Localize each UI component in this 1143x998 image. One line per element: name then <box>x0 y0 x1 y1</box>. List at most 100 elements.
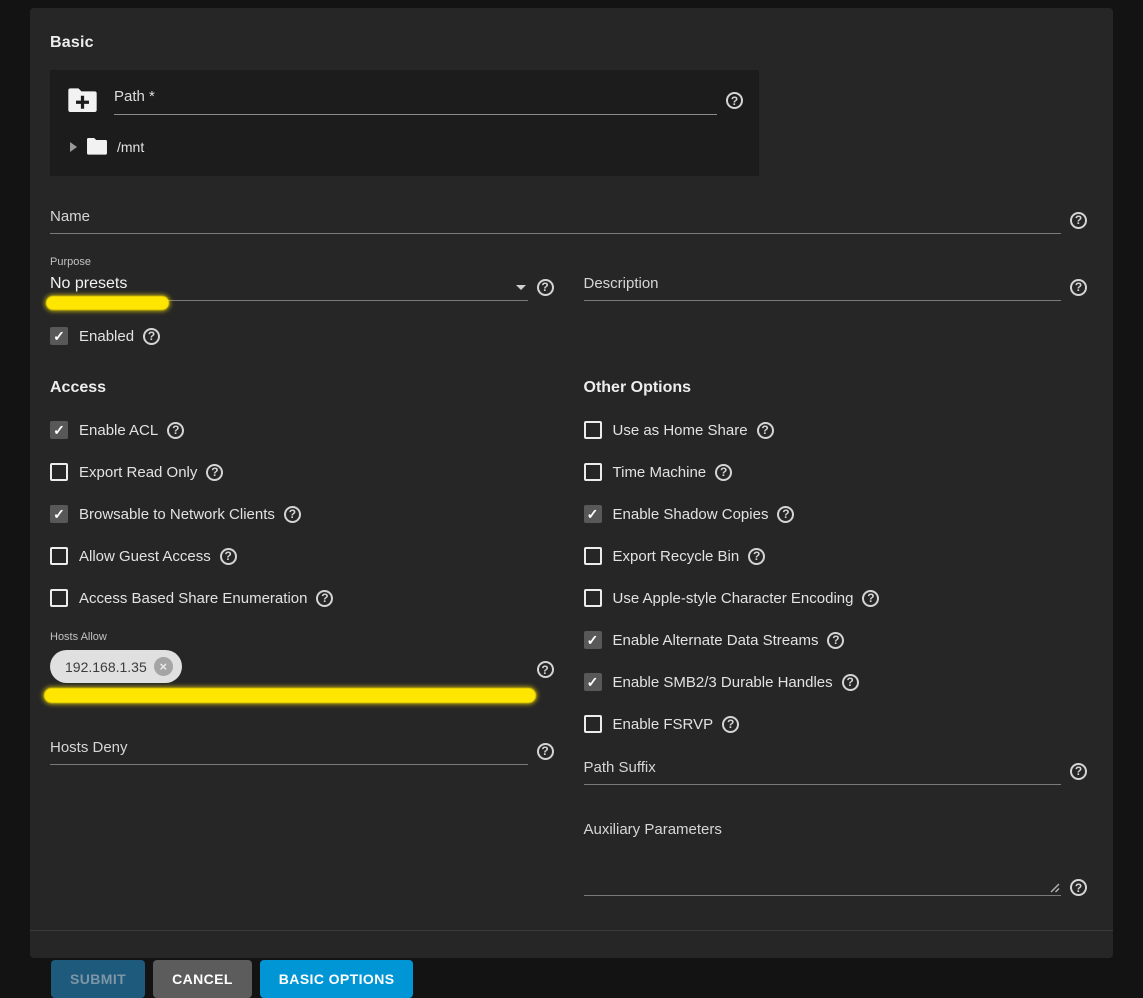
options-columns: Access Enable ACL ? Export Read Only ? B… <box>50 375 1087 896</box>
home-share-help-icon[interactable]: ? <box>757 422 774 439</box>
hosts-allow-chip: 192.168.1.35 × <box>50 650 182 683</box>
purpose-select[interactable]: No presets <box>50 273 528 301</box>
section-heading-other-options: Other Options <box>584 379 1088 397</box>
hosts-allow-help-icon[interactable]: ? <box>537 661 554 678</box>
access-column: Access Enable ACL ? Export Read Only ? B… <box>50 375 554 896</box>
chevron-down-icon <box>516 285 526 290</box>
export-read-only-label: Export Read Only <box>79 464 197 481</box>
durable-handles-checkbox[interactable] <box>584 673 602 691</box>
purpose-field-label: Purpose <box>50 256 554 268</box>
durable-handles-help-icon[interactable]: ? <box>842 674 859 691</box>
enabled-checkbox[interactable] <box>50 327 68 345</box>
purpose-selected-value: No presets <box>50 275 127 292</box>
export-read-only-row: Export Read Only ? <box>50 463 554 481</box>
time-machine-help-icon[interactable]: ? <box>715 464 732 481</box>
browsable-checkbox[interactable] <box>50 505 68 523</box>
time-machine-checkbox[interactable] <box>584 463 602 481</box>
basic-options-button[interactable]: BASIC OPTIONS <box>260 960 414 998</box>
durable-handles-row: Enable SMB2/3 Durable Handles ? <box>584 673 1088 691</box>
tree-node-mnt[interactable]: /mnt <box>66 137 743 156</box>
shadow-copies-help-icon[interactable]: ? <box>777 506 794 523</box>
submit-button[interactable]: SUBMIT <box>51 960 145 998</box>
shadow-copies-row: Enable Shadow Copies ? <box>584 505 1088 523</box>
recycle-bin-help-icon[interactable]: ? <box>748 548 765 565</box>
name-field-row: Name ? <box>50 206 1087 234</box>
recycle-bin-label: Export Recycle Bin <box>613 548 740 565</box>
abse-checkbox[interactable] <box>50 589 68 607</box>
fsrvp-row: Enable FSRVP ? <box>584 715 1088 733</box>
fsrvp-help-icon[interactable]: ? <box>722 716 739 733</box>
enabled-label: Enabled <box>79 328 134 345</box>
resize-grip-icon[interactable] <box>1049 882 1060 893</box>
path-suffix-input[interactable]: Path Suffix <box>584 757 1062 785</box>
yellow-highlight-purpose <box>46 296 169 310</box>
apple-encoding-help-icon[interactable]: ? <box>862 590 879 607</box>
path-suffix-block: Path Suffix ? <box>584 757 1088 785</box>
hosts-deny-input[interactable]: Hosts Deny <box>50 737 528 765</box>
hosts-deny-help-icon[interactable]: ? <box>537 743 554 760</box>
description-help-icon[interactable]: ? <box>1070 279 1087 296</box>
apple-encoding-checkbox[interactable] <box>584 589 602 607</box>
path-explorer-panel: Path * ? /mnt <box>50 70 759 176</box>
guest-access-row: Allow Guest Access ? <box>50 547 554 565</box>
path-suffix-label: Path Suffix <box>584 759 656 776</box>
path-suffix-help-icon[interactable]: ? <box>1070 763 1087 780</box>
yellow-highlight-hosts-allow <box>44 688 536 703</box>
path-input-label: Path * <box>114 88 155 105</box>
cancel-button[interactable]: CANCEL <box>153 960 252 998</box>
other-options-column: Other Options Use as Home Share ? Time M… <box>584 375 1088 896</box>
time-machine-row: Time Machine ? <box>584 463 1088 481</box>
page-background: Basic Path * ? /mnt <box>0 0 1143 974</box>
recycle-bin-checkbox[interactable] <box>584 547 602 565</box>
alt-data-streams-checkbox[interactable] <box>584 631 602 649</box>
alt-data-streams-help-icon[interactable]: ? <box>827 632 844 649</box>
home-share-label: Use as Home Share <box>613 422 748 439</box>
aux-params-label: Auxiliary Parameters <box>584 821 1088 838</box>
alt-data-streams-row: Enable Alternate Data Streams ? <box>584 631 1088 649</box>
guest-access-checkbox[interactable] <box>50 547 68 565</box>
hosts-allow-label: Hosts Allow <box>50 631 554 643</box>
description-column: Description ? <box>584 273 1088 301</box>
description-input[interactable]: Description <box>584 273 1062 301</box>
aux-params-help-icon[interactable]: ? <box>1070 879 1087 896</box>
enable-acl-label: Enable ACL <box>79 422 158 439</box>
abse-help-icon[interactable]: ? <box>316 590 333 607</box>
chip-remove-icon[interactable]: × <box>154 657 173 676</box>
shadow-copies-checkbox[interactable] <box>584 505 602 523</box>
export-read-only-checkbox[interactable] <box>50 463 68 481</box>
purpose-column: Purpose No presets ? <box>50 256 554 301</box>
home-share-row: Use as Home Share ? <box>584 421 1088 439</box>
enable-acl-checkbox[interactable] <box>50 421 68 439</box>
guest-access-help-icon[interactable]: ? <box>220 548 237 565</box>
export-read-only-help-icon[interactable]: ? <box>206 464 223 481</box>
name-help-icon[interactable]: ? <box>1070 212 1087 229</box>
abse-row: Access Based Share Enumeration ? <box>50 589 554 607</box>
path-help-icon[interactable]: ? <box>726 92 743 109</box>
enabled-help-icon[interactable]: ? <box>143 328 160 345</box>
name-input[interactable]: Name <box>50 206 1061 234</box>
shadow-copies-label: Enable Shadow Copies <box>613 506 769 523</box>
abse-label: Access Based Share Enumeration <box>79 590 307 607</box>
expand-arrow-icon[interactable] <box>70 142 77 152</box>
fsrvp-label: Enable FSRVP <box>613 716 714 733</box>
home-share-checkbox[interactable] <box>584 421 602 439</box>
apple-encoding-row: Use Apple-style Character Encoding ? <box>584 589 1088 607</box>
enable-acl-help-icon[interactable]: ? <box>167 422 184 439</box>
durable-handles-label: Enable SMB2/3 Durable Handles <box>613 674 833 691</box>
aux-params-textarea[interactable] <box>584 848 1062 896</box>
hosts-allow-chip-value: 192.168.1.35 <box>65 659 147 675</box>
smb-share-form-card: Basic Path * ? /mnt <box>30 8 1113 958</box>
purpose-help-icon[interactable]: ? <box>537 279 554 296</box>
guest-access-label: Allow Guest Access <box>79 548 211 565</box>
fsrvp-checkbox[interactable] <box>584 715 602 733</box>
path-field-row: Path * ? <box>66 86 743 115</box>
alt-data-streams-label: Enable Alternate Data Streams <box>613 632 819 649</box>
browsable-label: Browsable to Network Clients <box>79 506 275 523</box>
browsable-help-icon[interactable]: ? <box>284 506 301 523</box>
folder-add-icon <box>66 87 99 114</box>
section-heading-basic: Basic <box>50 34 1087 52</box>
enabled-row: Enabled ? <box>50 327 1087 345</box>
hosts-allow-input[interactable]: 192.168.1.35 × <box>50 648 528 691</box>
aux-params-block: Auxiliary Parameters ? <box>584 821 1088 896</box>
path-input[interactable]: Path * <box>114 86 717 115</box>
